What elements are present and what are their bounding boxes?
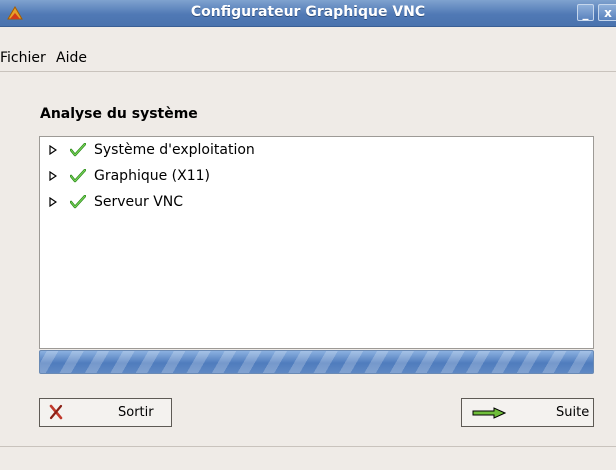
next-button-label: Suite [556, 405, 590, 420]
menu-bar: Fichier Aide [0, 47, 616, 72]
checkmark-icon [70, 164, 88, 188]
tree-row-vnc-server[interactable]: Serveur VNC [40, 190, 183, 214]
title-bar: Configurateur Graphique VNC _ x [0, 0, 616, 27]
tree-row-os[interactable]: Système d'exploitation [40, 138, 255, 162]
exit-button[interactable]: Sortir [39, 398, 172, 427]
tree-label: Graphique (X11) [94, 168, 210, 184]
close-button[interactable]: x [598, 4, 616, 21]
expander-triangle-icon[interactable] [48, 164, 66, 188]
menu-fichier[interactable]: Fichier [0, 50, 46, 66]
minimize-button[interactable]: _ [577, 4, 594, 21]
next-button[interactable]: Suite [461, 398, 594, 427]
analysis-tree[interactable]: Système d'exploitation Graphique (X11) S… [39, 136, 594, 349]
window-title: Configurateur Graphique VNC [190, 4, 426, 20]
analysis-title: Analyse du système [40, 106, 198, 122]
tree-row-graphics[interactable]: Graphique (X11) [40, 164, 210, 188]
exit-button-label: Sortir [118, 405, 154, 420]
red-x-icon [48, 404, 64, 424]
expander-triangle-icon[interactable] [48, 138, 66, 162]
checkmark-icon [70, 138, 88, 162]
tree-label: Serveur VNC [94, 194, 184, 210]
expander-triangle-icon[interactable] [48, 190, 66, 214]
checkmark-icon [70, 190, 88, 214]
bottom-divider [0, 446, 616, 447]
arrow-right-icon [472, 407, 507, 423]
progress-bar [39, 350, 594, 374]
menu-aide[interactable]: Aide [56, 50, 87, 66]
tree-label: Système d'exploitation [94, 142, 255, 158]
